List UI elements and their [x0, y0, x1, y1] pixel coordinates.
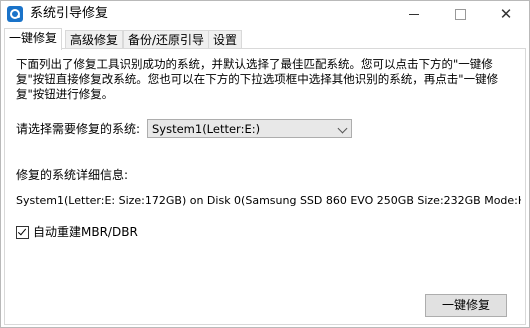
system-select-value: System1(Letter:E:): [152, 122, 261, 136]
close-button[interactable]: ✕: [483, 1, 529, 27]
system-select-label: 请选择需要修复的系统:: [16, 122, 141, 136]
tab-settings[interactable]: 设置: [208, 30, 243, 49]
tab-backup-restore[interactable]: 备份/还原引导: [123, 30, 210, 49]
auto-rebuild-mbr-label: 自动重建MBR/DBR: [33, 225, 138, 239]
maximize-icon: [455, 9, 466, 20]
one-click-repair-button[interactable]: 一键修复: [425, 294, 507, 317]
tab-advanced-repair[interactable]: 高级修复: [65, 30, 124, 49]
tab-one-click-repair[interactable]: 一键修复: [4, 28, 63, 50]
chevron-down-icon: [337, 123, 348, 134]
title-bar[interactable]: 系统引导修复 ✕: [1, 1, 529, 27]
tab-panel: 下面列出了修复工具识别成功的系统，并默认选择了最佳匹配系统。您可以点击下方的"一…: [4, 48, 526, 325]
description-text: 下面列出了修复工具识别成功的系统，并默认选择了最佳匹配系统。您可以点击下方的"一…: [16, 57, 499, 101]
main-window: 系统引导修复 ✕ 一键修复 高级修复 备份/还原引导 设置 下面列出了修复工具识…: [0, 0, 530, 328]
maximize-button[interactable]: [437, 1, 483, 27]
app-logo-icon: [7, 6, 23, 22]
minimize-button[interactable]: [391, 1, 437, 27]
window-title: 系统引导修复: [30, 6, 109, 21]
system-select[interactable]: System1(Letter:E:): [147, 119, 352, 138]
minimize-icon: [409, 14, 419, 15]
system-detail-label: 修复的系统详细信息:: [16, 168, 129, 182]
close-icon: ✕: [499, 5, 513, 23]
auto-rebuild-mbr-checkbox[interactable]: [16, 226, 29, 239]
tab-bar: 一键修复 高级修复 备份/还原引导 设置: [4, 28, 526, 50]
system-detail-text: System1(Letter:E: Size:172GB) on Disk 0(…: [16, 194, 521, 207]
